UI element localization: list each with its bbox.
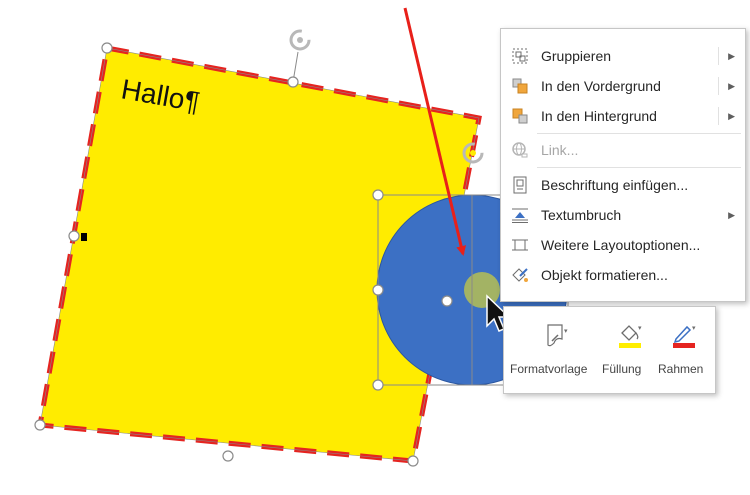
text-wrap-icon	[512, 208, 528, 223]
menu-item-label: Weitere Layoutoptionen...	[541, 237, 701, 253]
menu-item-label: Beschriftung einfügen...	[541, 177, 689, 193]
svg-text:▾: ▾	[692, 325, 696, 332]
menu-item-label: Objekt formatieren...	[541, 267, 668, 283]
svg-text:▾: ▾	[564, 328, 568, 335]
fill-button[interactable]: ▾ Füllung	[602, 315, 656, 385]
menu-item-layoutoptionen[interactable]: Weitere Layoutoptionen...	[501, 230, 745, 260]
text-anchor-marker	[81, 233, 87, 241]
menu-item-label: In den Vordergrund	[541, 78, 661, 94]
shape-style-label: Formatvorlage	[510, 362, 588, 376]
outline-button[interactable]: ▾ Rahmen	[658, 315, 712, 385]
format-object-icon	[512, 268, 528, 282]
fill-label: Füllung	[602, 362, 642, 376]
mini-toolbar: ▾ Formatvorlage ▾ Füllung ▾ Rahmen	[503, 306, 716, 394]
menu-item-vordergrund[interactable]: In den Vordergrund ▶	[501, 71, 745, 101]
svg-text:▾: ▾	[638, 325, 642, 332]
fill-bucket-icon: ▾	[619, 325, 642, 348]
outline-label: Rahmen	[658, 362, 704, 376]
menu-item-label: Link...	[541, 142, 579, 158]
shape-style-button[interactable]: ▾ Formatvorlage	[508, 315, 604, 385]
menu-item-label: Gruppieren	[541, 48, 612, 64]
submenu-arrow-icon: ▶	[728, 209, 735, 220]
menu-item-beschriftung[interactable]: Beschriftung einfügen...	[501, 170, 745, 200]
submenu-arrow-icon: ▶	[728, 110, 735, 121]
menu-item-label: Textumbruch	[541, 207, 622, 223]
menu-item-textumbruch[interactable]: Textumbruch ▶	[501, 200, 745, 230]
pen-outline-icon: ▾	[673, 325, 696, 348]
menu-item-hintergrund[interactable]: In den Hintergrund ▶	[501, 101, 745, 131]
submenu-arrow-icon: ▶	[728, 80, 735, 91]
menu-item-label: In den Hintergrund	[541, 108, 657, 124]
shape-style-icon: ▾	[547, 324, 568, 347]
submenu-arrow-icon: ▶	[728, 50, 735, 61]
layout-options-icon	[512, 239, 528, 251]
context-menu: Gruppieren ▶ In den Vordergrund ▶ In den…	[500, 28, 746, 302]
group-icon	[512, 48, 528, 64]
menu-item-gruppieren[interactable]: Gruppieren ▶	[501, 41, 745, 71]
menu-item-objekt-formatieren[interactable]: Objekt formatieren...	[501, 260, 745, 290]
menu-item-link: Link...	[501, 135, 745, 165]
bring-forward-icon	[512, 78, 528, 94]
insert-caption-icon	[513, 176, 527, 194]
send-backward-icon	[512, 108, 528, 124]
link-icon	[512, 142, 528, 158]
rotate-handle-icon[interactable]	[289, 29, 311, 51]
